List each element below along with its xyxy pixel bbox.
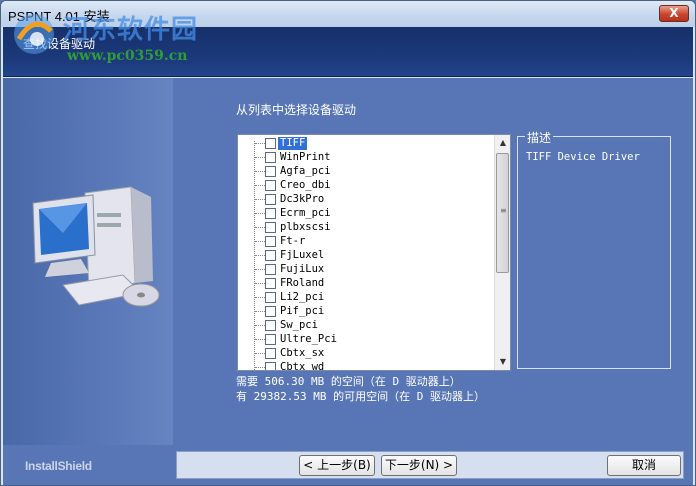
computer-icon [32,186,160,307]
back-button[interactable]: < 上一步(B) [299,455,375,476]
vertical-scrollbar[interactable]: ▲ ≡ ▼ [494,135,510,370]
watermark-url: www.pc0359.cn [67,48,188,64]
grip-icon: ≡ [500,206,507,215]
list-item[interactable]: Sw_pci [252,318,320,332]
list-item[interactable]: plbxscsi [252,220,333,234]
checkbox[interactable] [265,361,276,370]
list-item[interactable]: Pif_pci [252,304,326,318]
list-item[interactable]: Li2_pci [252,290,326,304]
list-item[interactable]: FRoland [252,276,326,290]
checkbox[interactable] [265,319,276,331]
list-item[interactable]: Ft-r [252,234,307,248]
scroll-thumb[interactable]: ≡ [496,153,509,273]
checkbox[interactable] [265,347,276,359]
checkbox[interactable] [265,263,276,275]
list-item[interactable]: Ultre_Pci [252,332,339,346]
description-group: 描述 TIFF Device Driver [517,129,671,369]
driver-list[interactable]: TIFF WinPrint Agfa_pci Creo_dbi Dc3kPro … [237,134,511,371]
list-item[interactable]: Creo_dbi [252,178,333,192]
button-bar: < 上一步(B) 下一步(N) > 取消 [176,451,684,479]
list-item[interactable]: Dc3kPro [252,192,326,206]
checkbox[interactable] [265,193,276,205]
checkbox[interactable] [265,165,276,177]
checkbox[interactable] [265,249,276,261]
checkbox[interactable] [265,151,276,163]
list-item[interactable]: WinPrint [252,150,333,164]
scroll-up-arrow-icon[interactable]: ▲ [495,135,511,151]
checkbox[interactable] [265,179,276,191]
driver-list-items: TIFF WinPrint Agfa_pci Creo_dbi Dc3kPro … [238,135,494,370]
next-button[interactable]: 下一步(N) > [381,455,457,476]
checkbox[interactable] [265,333,276,345]
cancel-button[interactable]: 取消 [607,455,681,476]
checkbox[interactable] [265,235,276,247]
scroll-down-arrow-icon[interactable]: ▼ [495,354,511,370]
list-item[interactable]: Cbtx_wd [252,360,326,370]
installer-window: PSPNT 4.01 安装 X 查找设备驱动 河东软件园 www.pc0359.… [0,0,696,486]
checkbox[interactable] [265,291,276,303]
watermark-site-name: 河东软件园 [63,15,199,45]
list-item[interactable]: FjLuxel [252,248,326,262]
space-available-text: 有 29382.53 MB 的可用空间（在 D 驱动器上） [236,390,485,403]
checkbox[interactable] [265,137,276,149]
checkbox[interactable] [265,305,276,317]
checkbox[interactable] [265,207,276,219]
list-item[interactable]: Cbtx_sx [252,346,326,360]
watermark-logo-icon [14,14,54,54]
list-item[interactable]: TIFF [252,135,309,151]
footer-bar: InstallShield < 上一步(B) 下一步(N) > 取消 [3,445,693,485]
instruction-label: 从列表中选择设备驱动 [236,103,357,117]
side-graphic-panel [3,78,173,445]
list-item[interactable]: Agfa_pci [252,164,333,178]
space-required-text: 需要 506.30 MB 的空间（在 D 驱动器上） [236,375,461,388]
installshield-logo: InstallShield [25,459,92,473]
checkbox[interactable] [265,277,276,289]
description-legend: 描述 [525,129,554,146]
description-text: TIFF Device Driver [526,151,640,163]
checkbox[interactable] [265,221,276,233]
list-item[interactable]: FujiLux [252,262,326,276]
list-item[interactable]: Ecrm_pci [252,206,333,220]
close-button[interactable]: X [659,5,689,22]
